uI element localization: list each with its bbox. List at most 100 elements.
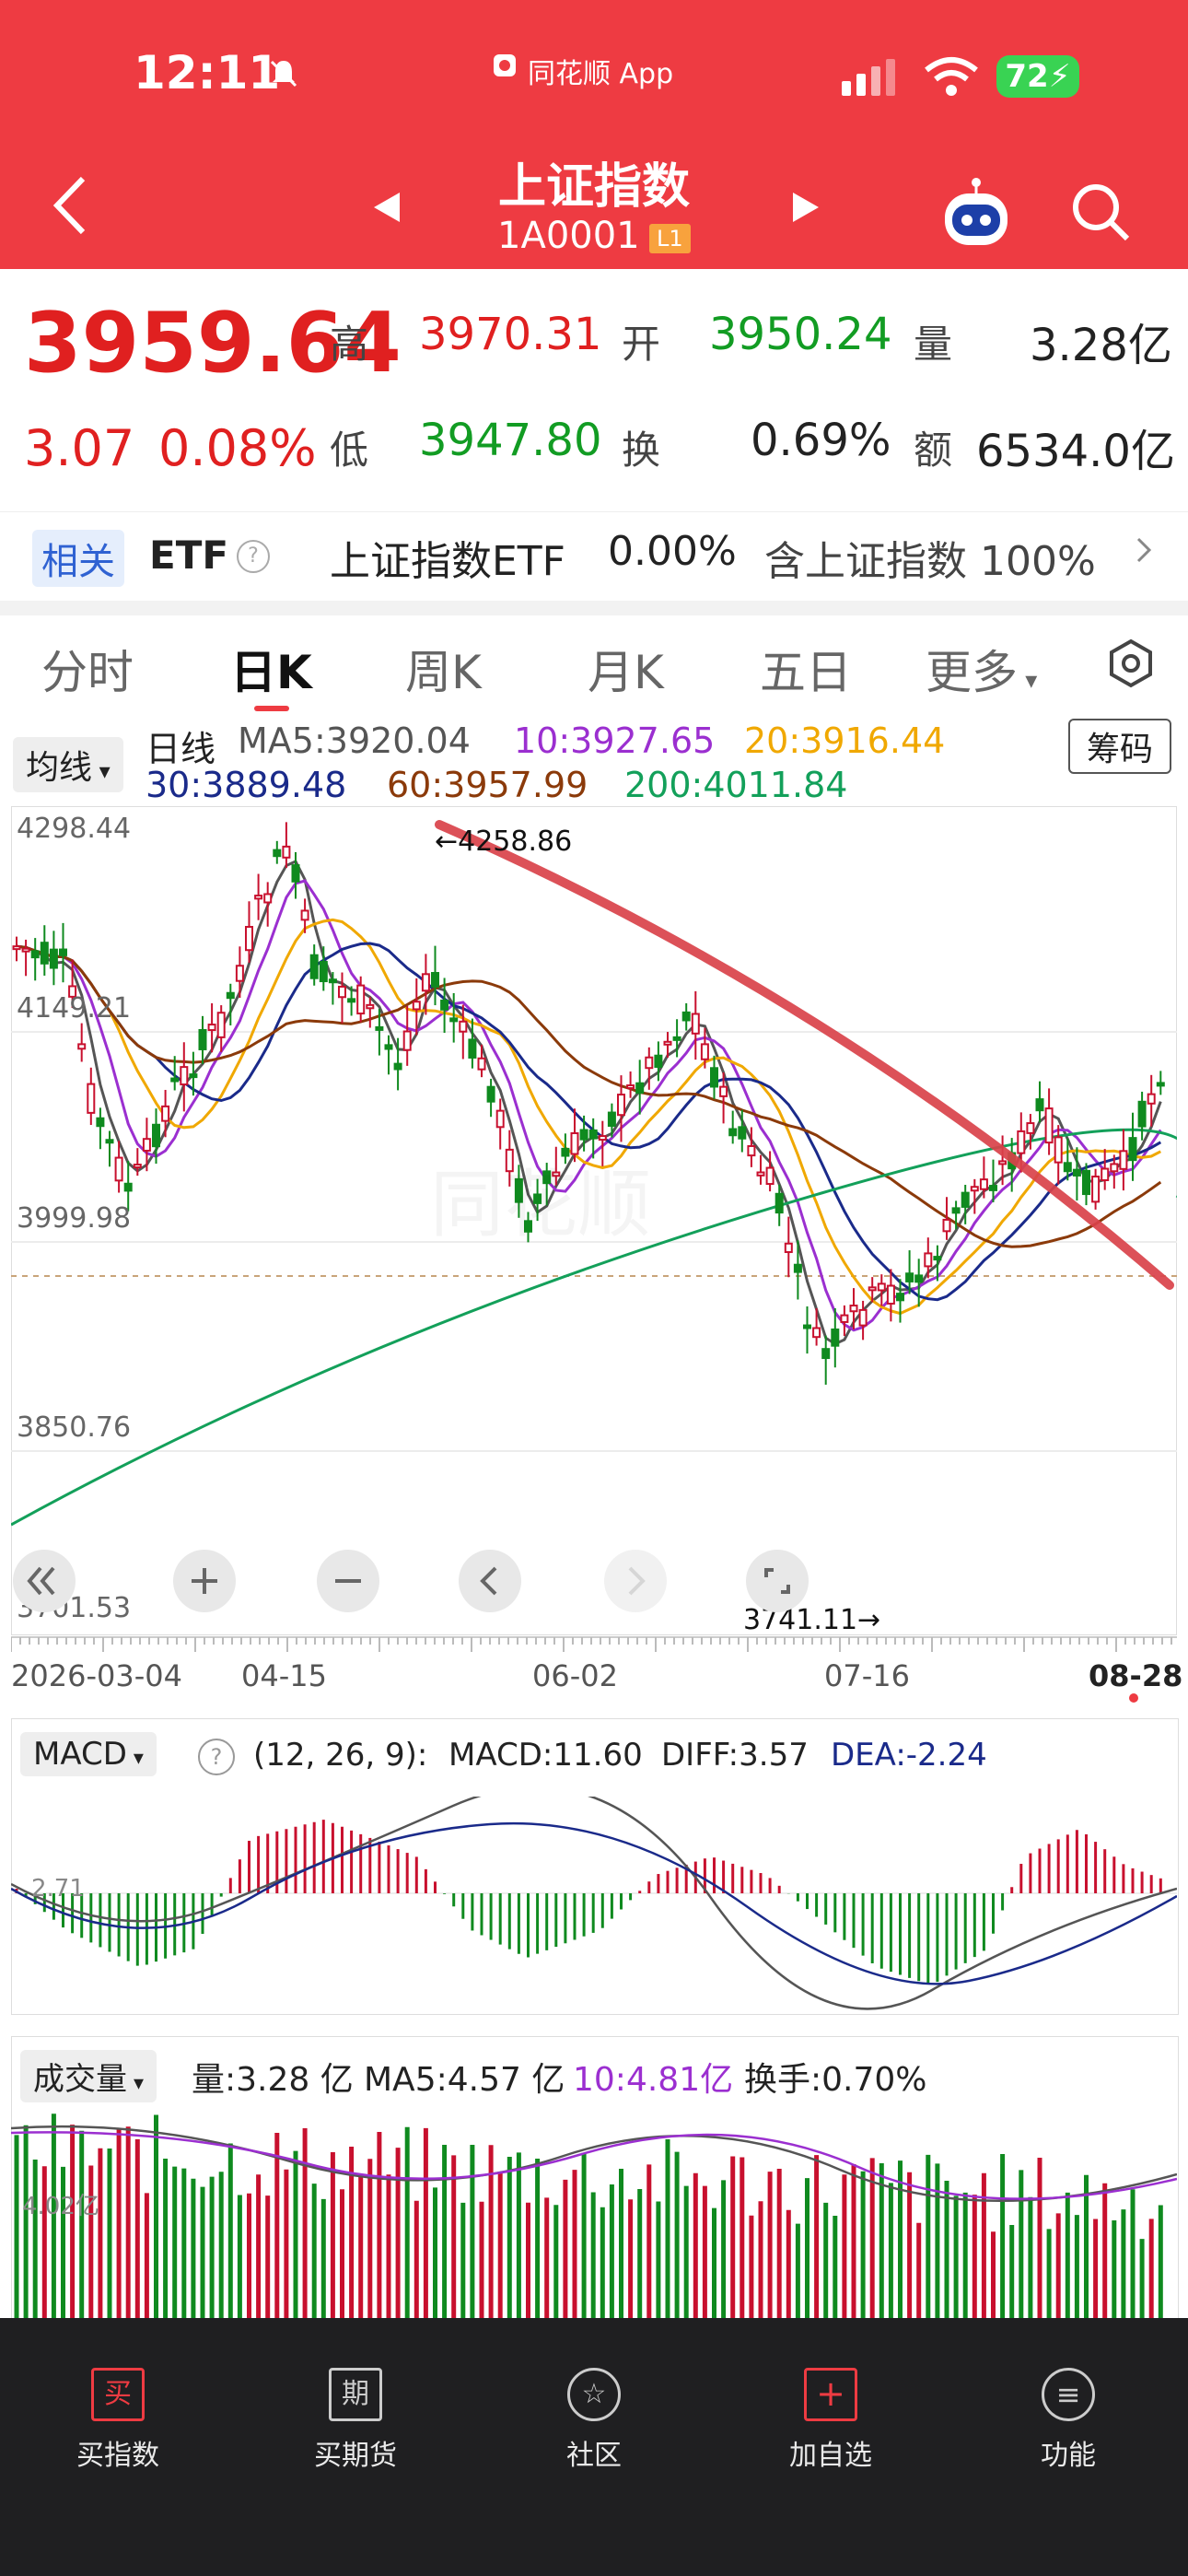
candle-body	[914, 1274, 924, 1283]
candle-body	[579, 1129, 588, 1141]
candle-body	[858, 1308, 868, 1327]
nav-add-watchlist[interactable]: + 加自选	[739, 2368, 923, 2473]
tab-monthly-k[interactable]: 月K	[588, 636, 664, 702]
candle-body	[133, 1164, 142, 1169]
nav-community[interactable]: ☆ 社区	[502, 2368, 686, 2473]
candle-body	[226, 991, 235, 1000]
settings-hexagon-icon[interactable]	[1105, 638, 1157, 689]
mute-bell-icon	[270, 60, 297, 88]
candle-body	[356, 984, 366, 1015]
add-watchlist-icon: +	[804, 2368, 857, 2421]
volume-ma5: MA5:4.57 亿	[364, 2061, 565, 2099]
candle-body	[738, 1126, 747, 1140]
candle-body	[1156, 1082, 1165, 1087]
source-app-label[interactable]: 同花顺 App	[493, 51, 673, 91]
candle-body	[1054, 1136, 1063, 1164]
etf-holding: 含上证指数 100%	[764, 538, 1096, 585]
nav-functions[interactable]: ≡ 功能	[976, 2368, 1160, 2473]
chevron-right-icon[interactable]	[1135, 536, 1153, 564]
volume-indicator-select[interactable]: 成交量 ▾	[20, 2050, 157, 2102]
tab-intraday[interactable]: 分时	[41, 636, 134, 702]
amount-value: 6534.0亿	[976, 426, 1175, 477]
x-tick: 07-16	[824, 1658, 910, 1693]
search-icon[interactable]	[1068, 180, 1133, 244]
candle-body	[309, 954, 319, 979]
nav-buy-futures[interactable]: 期 买期货	[263, 2368, 448, 2473]
fullscreen-button[interactable]	[746, 1550, 809, 1612]
next-stock-icon[interactable]	[787, 189, 824, 226]
price-change-pct: 0.08%	[158, 419, 317, 477]
price-change: 3.07	[24, 419, 135, 477]
ai-robot-icon[interactable]	[938, 175, 1015, 252]
indicator-select[interactable]: 均线 ▾	[13, 737, 123, 792]
macd-indicator-select[interactable]: MACD ▾	[20, 1732, 157, 1776]
watermark: 同花顺	[430, 1162, 651, 1247]
candle-body	[700, 1043, 709, 1060]
y-tick: 3850.76	[17, 1411, 132, 1444]
nav-buy-index[interactable]: 买 买指数	[26, 2368, 210, 2473]
candle-body	[291, 864, 300, 883]
candle-body	[1147, 1093, 1156, 1105]
candle-body	[347, 998, 356, 1003]
candle-body	[59, 948, 67, 956]
candle-body	[1044, 1107, 1054, 1144]
etf-name[interactable]: 上证指数ETF	[330, 528, 565, 587]
candle-body	[877, 1282, 886, 1292]
caret-down-icon: ▾	[1018, 667, 1038, 695]
plus-icon	[192, 1568, 217, 1594]
candle-body	[803, 1324, 811, 1329]
scroll-right-button[interactable]	[604, 1550, 667, 1612]
zoom-out-button[interactable]	[317, 1550, 379, 1612]
candle-body	[421, 973, 430, 992]
turnover-value: 0.69%	[751, 415, 891, 466]
candle-body	[747, 1144, 756, 1157]
candle-body	[765, 1166, 775, 1186]
candle-body	[681, 1011, 691, 1022]
scroll-left-button[interactable]	[459, 1550, 521, 1612]
candle-body	[728, 1128, 738, 1137]
x-axis-ticks	[11, 1636, 1177, 1652]
amount-label: 额	[914, 427, 953, 473]
candle-body	[756, 1171, 765, 1177]
candle-body	[793, 1263, 802, 1273]
tab-daily-k[interactable]: 日K	[230, 636, 312, 702]
macd-help-icon[interactable]: ?	[198, 1739, 235, 1775]
volume-label: 量	[914, 322, 953, 367]
candle-body	[142, 1138, 151, 1152]
ma10-value: 10:3927.65	[514, 720, 716, 761]
candle-body	[254, 895, 263, 900]
candle-body	[1017, 1130, 1026, 1154]
candle-body	[431, 972, 439, 988]
candle-body	[961, 1191, 970, 1208]
zoom-in-button[interactable]	[173, 1550, 236, 1612]
x-tick: 06-02	[532, 1658, 618, 1693]
chevron-right-icon	[628, 1566, 646, 1596]
candle-body	[812, 1327, 821, 1339]
candle-body	[1082, 1169, 1090, 1196]
rewind-button[interactable]	[13, 1550, 76, 1612]
kline-chart[interactable]: ←4258.86 3741.11→ 同花顺	[11, 806, 1177, 1635]
macd-chart	[11, 1797, 1177, 2010]
tab-more[interactable]: 更多 ▾	[926, 636, 1037, 702]
candle-body	[402, 1030, 412, 1051]
macd-axis-label: 2.71	[31, 1875, 85, 1903]
candle-body	[1072, 1168, 1081, 1177]
chip-distribution-button[interactable]: 筹码	[1068, 719, 1172, 774]
candle-body	[784, 1242, 793, 1254]
tab-weekly-k[interactable]: 周K	[405, 636, 482, 702]
candle-body	[970, 1186, 979, 1192]
high-label: 高	[330, 322, 369, 367]
candle-body	[273, 849, 282, 858]
candle-body	[654, 1054, 663, 1068]
tab-five-day[interactable]: 五日	[760, 636, 852, 702]
etf-help-icon[interactable]: ?	[237, 540, 270, 573]
candle-body	[123, 1182, 133, 1192]
y-tick: 4298.44	[17, 813, 132, 845]
candle-body	[617, 1094, 625, 1117]
candle-body	[449, 1017, 459, 1023]
candle-body	[459, 1020, 468, 1033]
open-value: 3950.24	[709, 309, 892, 360]
candle-body	[216, 1012, 226, 1038]
candle-body	[868, 1286, 877, 1292]
candle-body	[235, 965, 244, 982]
